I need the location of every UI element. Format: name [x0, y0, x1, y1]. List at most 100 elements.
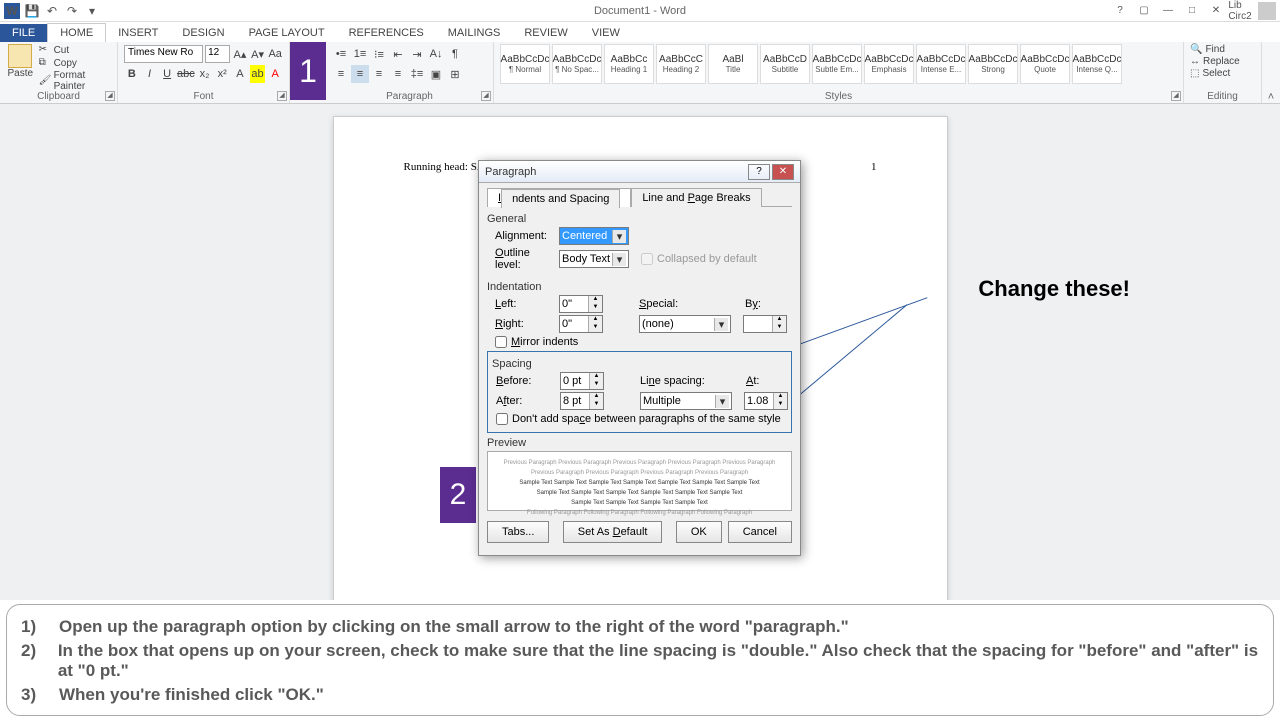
style-item[interactable]: AaBbCcCHeading 2 [656, 44, 706, 84]
font-name-combo[interactable]: Times New Ro [124, 45, 203, 63]
style-item[interactable]: AaBbCcDc¶ Normal [500, 44, 550, 84]
dont-add-checkbox[interactable] [496, 413, 508, 425]
superscript-button[interactable]: x² [214, 65, 230, 83]
font-launcher[interactable]: ◢ [277, 91, 287, 101]
dialog-titlebar[interactable]: Paragraph ? ✕ [479, 161, 800, 183]
sort-icon[interactable]: A↓ [427, 45, 445, 63]
tab-mailings[interactable]: MAILINGS [436, 24, 513, 42]
by-spinner[interactable]: ▲▼ [743, 315, 787, 333]
undo-icon[interactable]: ↶ [44, 3, 60, 19]
replace-button[interactable]: ↔Replace [1190, 56, 1255, 67]
paragraph-launcher[interactable]: ◢ [481, 91, 491, 101]
ribbon-options-icon[interactable]: ▢ [1134, 4, 1154, 18]
show-marks-icon[interactable]: ¶ [446, 45, 464, 63]
style-item[interactable]: AaBbCcDcStrong [968, 44, 1018, 84]
styles-gallery[interactable]: AaBbCcDc¶ NormalAaBbCcDc¶ No Spac...AaBb… [500, 44, 1177, 86]
maximize-icon[interactable]: □ [1182, 4, 1202, 18]
qat-more-icon[interactable]: ▾ [84, 3, 100, 19]
at-input[interactable] [745, 393, 773, 409]
tab-file[interactable]: FILE [0, 24, 47, 42]
redo-icon[interactable]: ↷ [64, 3, 80, 19]
bold-button[interactable]: B [124, 65, 140, 83]
paste-button[interactable]: Paste [6, 44, 35, 86]
by-input[interactable] [744, 316, 772, 332]
text-effects-icon[interactable]: A [232, 65, 248, 83]
tab-line-breaks[interactable]: Line and Page Breaks [631, 188, 761, 207]
select-button[interactable]: ⬚Select [1190, 68, 1255, 79]
bullets-icon[interactable]: •≡ [332, 45, 350, 63]
align-left-icon[interactable]: ≡ [332, 65, 350, 83]
at-spinner[interactable]: ▲▼ [744, 392, 788, 410]
style-item[interactable]: AaBbCcDcIntense E... [916, 44, 966, 84]
tab-references[interactable]: REFERENCES [337, 24, 436, 42]
justify-icon[interactable]: ≡ [389, 65, 407, 83]
find-button[interactable]: 🔍Find [1190, 44, 1255, 55]
tabs-button[interactable]: Tabs... [487, 521, 549, 543]
line-spacing-combo[interactable]: Multiple▾ [640, 392, 732, 410]
shrink-font-icon[interactable]: A▾ [250, 45, 266, 63]
style-item[interactable]: AaBbCcDc¶ No Spac... [552, 44, 602, 84]
style-item[interactable]: AaBbCcDcQuote [1020, 44, 1070, 84]
collapse-ribbon-icon[interactable]: ˄ [1262, 42, 1280, 103]
font-color-icon[interactable]: A [267, 65, 283, 83]
style-item[interactable]: AaBbCcHeading 1 [604, 44, 654, 84]
tab-view[interactable]: VIEW [580, 24, 632, 42]
close-icon[interactable]: ✕ [1206, 4, 1226, 18]
before-spinner[interactable]: ▲▼ [560, 372, 604, 390]
cut-button[interactable]: ✂Cut [39, 44, 111, 56]
line-spacing-icon[interactable]: ‡≡ [408, 65, 426, 83]
dialog-help-icon[interactable]: ? [748, 164, 770, 180]
after-input[interactable] [561, 393, 589, 409]
styles-launcher[interactable]: ◢ [1171, 91, 1181, 101]
tab-insert[interactable]: INSERT [106, 24, 170, 42]
help-icon[interactable]: ? [1110, 4, 1130, 18]
highlight-icon[interactable]: ab [250, 65, 266, 83]
format-painter-button[interactable]: 🖌Format Painter [39, 70, 111, 92]
minimize-icon[interactable]: — [1158, 4, 1178, 18]
borders-icon[interactable]: ⊞ [446, 65, 464, 83]
decrease-indent-icon[interactable]: ⇤ [389, 45, 407, 63]
save-icon[interactable]: 💾 [24, 3, 40, 19]
right-spinner[interactable]: ▲▼ [559, 315, 603, 333]
special-combo[interactable]: (none)▾ [639, 315, 731, 333]
mirror-checkbox[interactable] [495, 336, 507, 348]
alignment-combo[interactable]: Centered▾ [559, 227, 629, 245]
ok-button[interactable]: OK [676, 521, 722, 543]
change-case-icon[interactable]: Aa [267, 45, 283, 63]
set-default-button[interactable]: Set As Default [563, 521, 663, 543]
after-spinner[interactable]: ▲▼ [560, 392, 604, 410]
grow-font-icon[interactable]: A▴ [232, 45, 248, 63]
style-item[interactable]: AaBbCcDcIntense Q... [1072, 44, 1122, 84]
avatar[interactable] [1258, 2, 1276, 20]
user-name[interactable]: Lib Circ2 [1230, 4, 1250, 18]
italic-button[interactable]: I [142, 65, 158, 83]
underline-button[interactable]: U [159, 65, 175, 83]
multilevel-icon[interactable]: ⁝≡ [370, 45, 388, 63]
font-size-combo[interactable]: 12 [205, 45, 230, 63]
cancel-button[interactable]: Cancel [728, 521, 792, 543]
tab-indents-spacing[interactable]: Indents and Spacing [487, 188, 631, 207]
left-input[interactable] [560, 296, 588, 312]
strike-button[interactable]: abc [177, 65, 195, 83]
tab-review[interactable]: REVIEW [512, 24, 579, 42]
style-item[interactable]: AaBbCcDcEmphasis [864, 44, 914, 84]
subscript-button[interactable]: x₂ [197, 65, 213, 83]
numbering-icon[interactable]: 1≡ [351, 45, 369, 63]
style-item[interactable]: AaBbCcDcSubtle Em... [812, 44, 862, 84]
clipboard-launcher[interactable]: ◢ [105, 91, 115, 101]
right-input[interactable] [560, 316, 588, 332]
dialog-close-icon[interactable]: ✕ [772, 164, 794, 180]
outline-combo[interactable]: Body Text▾ [559, 250, 629, 268]
before-input[interactable] [561, 373, 589, 389]
copy-button[interactable]: ⧉Copy [39, 57, 111, 69]
tab-home[interactable]: HOME [47, 23, 106, 42]
style-item[interactable]: AaBbCcDSubtitle [760, 44, 810, 84]
left-spinner[interactable]: ▲▼ [559, 295, 603, 313]
align-right-icon[interactable]: ≡ [370, 65, 388, 83]
style-item[interactable]: AaBlTitle [708, 44, 758, 84]
shading-icon[interactable]: ▣ [427, 65, 445, 83]
align-center-icon[interactable]: ≡ [351, 65, 369, 83]
increase-indent-icon[interactable]: ⇥ [408, 45, 426, 63]
tab-design[interactable]: DESIGN [170, 24, 236, 42]
tab-page-layout[interactable]: PAGE LAYOUT [237, 24, 337, 42]
